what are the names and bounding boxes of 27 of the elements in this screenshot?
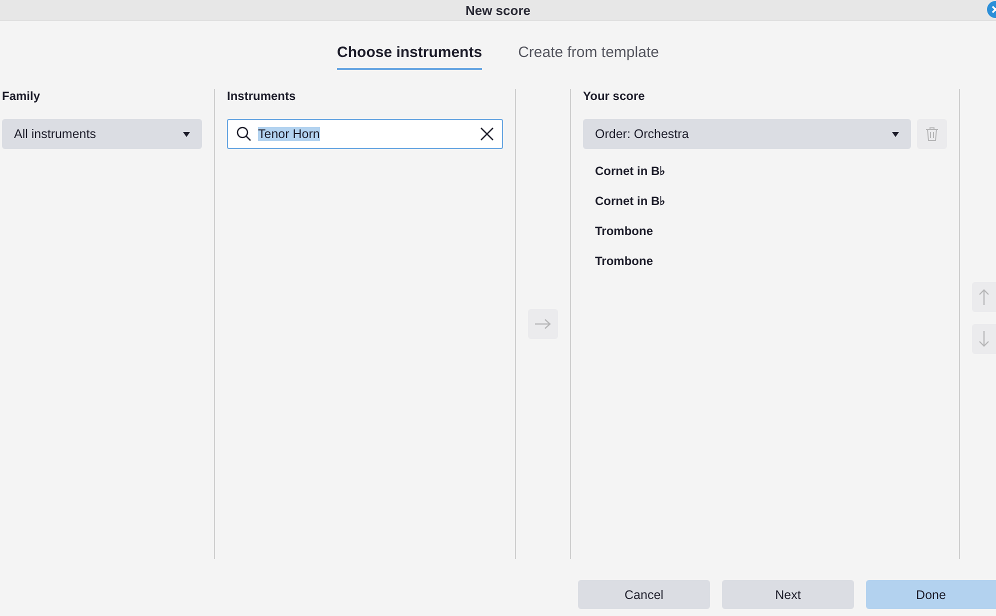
clear-icon[interactable]	[480, 127, 494, 141]
window-title: New score	[465, 2, 531, 18]
dialog-button[interactable]: Cancel	[578, 580, 710, 609]
score-instrument[interactable]: Trombone	[595, 217, 935, 247]
column-heading: Family	[2, 89, 42, 103]
score-instrument[interactable]: Cornet in B♭	[595, 157, 935, 187]
score-instrument[interactable]: Trombone	[595, 247, 935, 277]
dropdown-text: All instruments	[14, 127, 96, 141]
dropdown[interactable]: All instruments	[2, 119, 202, 149]
search-icon	[236, 126, 252, 142]
caret-icon	[892, 132, 899, 136]
search-field[interactable]: Tenor Horn	[227, 119, 503, 149]
arrow-down-icon	[979, 331, 989, 347]
tab[interactable]: Create from template	[518, 43, 659, 70]
dropdown-text: Order: Orchestra	[595, 127, 689, 141]
arrow-right-icon	[535, 319, 551, 329]
trash-icon	[926, 127, 938, 141]
done-button[interactable]: Done	[866, 580, 996, 609]
score-instrument[interactable]: Cornet in B♭	[595, 187, 935, 217]
dialog-button[interactable]: Next	[722, 580, 854, 609]
column-heading: Your score	[583, 89, 646, 103]
caret-icon	[183, 132, 190, 136]
arrow-up-icon	[979, 289, 989, 305]
tab[interactable]: Choose instruments	[337, 43, 482, 70]
search-value: Tenor Horn	[258, 127, 320, 141]
order-dropdown[interactable]: Order: Orchestra	[583, 119, 911, 149]
column-heading: Instruments	[227, 89, 297, 103]
